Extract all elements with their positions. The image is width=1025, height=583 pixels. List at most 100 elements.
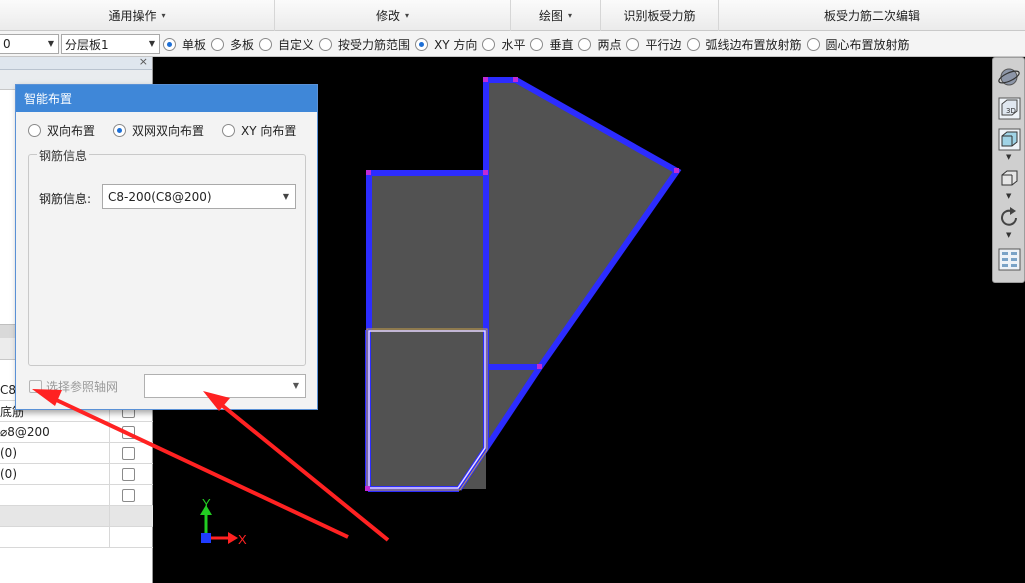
radio-double-net-two-way[interactable]: 双网双向布置 [113, 122, 204, 139]
view-navigation-bar: 3D ▼ ▼ ▼ [992, 57, 1025, 283]
vertex-point[interactable] [483, 170, 488, 175]
radio-two-way[interactable]: 双向布置 [28, 122, 95, 139]
radio-dot [578, 37, 592, 51]
orbit-icon[interactable] [997, 64, 1022, 89]
rebar-info-value: C8-200(C8@200) [108, 189, 212, 204]
property-value: (0) [0, 464, 110, 484]
vertex-point[interactable] [674, 168, 679, 173]
chevron-down-icon[interactable]: ▼ [1006, 231, 1011, 239]
layer-combo[interactable]: 分层板1 ▼ [61, 34, 160, 54]
smart-placement-dialog: 智能布置 双向布置 双网双向布置 XY 向布置 钢筋信息 钢筋信息: C8-20… [15, 84, 318, 410]
vertex-point[interactable] [366, 170, 371, 175]
property-value: ⌀8@200 [0, 422, 110, 442]
radio-horizontal[interactable]: 水平 [482, 36, 525, 53]
table-row[interactable] [0, 527, 153, 548]
rotate-icon[interactable] [997, 205, 1022, 230]
ref-axis-select[interactable]: ▼ [144, 374, 306, 398]
radio-label: 圆心布置放射筋 [825, 37, 910, 52]
placement-mode-radios: 双向布置 双网双向布置 XY 向布置 [28, 122, 314, 139]
table-row[interactable] [0, 506, 153, 527]
radio-dot [530, 37, 544, 51]
radio-dot [806, 37, 820, 51]
table-row[interactable]: (0) [0, 443, 153, 464]
chevron-down-icon[interactable]: ▼ [1006, 153, 1011, 161]
x-axis-arrow [228, 532, 238, 544]
radio-parallel-edge[interactable]: 平行边 [626, 36, 682, 53]
radio-single-slab[interactable]: 单板 [163, 36, 206, 53]
table-row[interactable]: ⌀8@200 [0, 422, 153, 443]
ribbon-group-label: 板受力筋二次编辑 [823, 9, 920, 23]
vertex-point[interactable] [365, 486, 370, 491]
cube-side-icon[interactable] [997, 166, 1022, 191]
vertex-point[interactable] [513, 77, 518, 82]
chevron-down-icon: ▼ [148, 39, 155, 48]
radio-center-radial[interactable]: 圆心布置放射筋 [806, 36, 910, 53]
radio-label: 平行边 [645, 37, 682, 52]
slab-region-upper[interactable] [486, 80, 677, 367]
ribbon-group-draw[interactable]: 绘图 ▾ [511, 0, 601, 31]
property-value [0, 485, 110, 505]
row-checkbox[interactable] [122, 467, 135, 481]
svg-text:3D: 3D [1006, 107, 1016, 115]
ref-axis-label: 选择参照轴网 [46, 380, 119, 394]
radio-arc-edge-radial[interactable]: 弧线边布置放射筋 [686, 36, 802, 53]
radio-by-rebar-range[interactable]: 按受力筋范围 [319, 36, 410, 53]
row-checkbox[interactable] [122, 488, 135, 502]
property-value: (0) [0, 443, 110, 463]
radio-label: 两点 [597, 37, 622, 52]
radio-custom[interactable]: 自定义 [259, 36, 314, 53]
slab-region-selected[interactable] [368, 330, 486, 489]
property-value [0, 506, 110, 526]
grid-view-icon[interactable] [997, 247, 1022, 272]
x-axis-label: X [238, 532, 247, 547]
ribbon-group-identify-rebar[interactable]: 识别板受力筋 [601, 0, 719, 31]
table-row[interactable] [0, 485, 153, 506]
table-row[interactable]: (0) [0, 464, 153, 485]
ribbon-group-modify[interactable]: 修改 ▾ [275, 0, 511, 31]
floor-combo[interactable]: 0 ▼ [0, 34, 59, 54]
radio-dot [211, 37, 225, 51]
radio-multi-slab[interactable]: 多板 [211, 36, 254, 53]
chevron-down-icon: ▼ [282, 192, 289, 201]
axis-gizmo: Y X [200, 496, 247, 547]
ref-axis-checkbox[interactable]: 选择参照轴网 [29, 378, 118, 395]
layer-combo-value: 分层板1 [65, 37, 109, 52]
rebar-info-select[interactable]: C8-200(C8@200) ▼ [102, 184, 296, 209]
app-window: 通用操作 ▾ 修改 ▾ 绘图 ▾ 识别板受力筋 板受力筋二次编辑 0 ▼ 分层板… [0, 0, 1025, 583]
close-icon[interactable]: × [139, 55, 148, 68]
slab-region-left[interactable] [369, 173, 486, 330]
radio-vertical[interactable]: 垂直 [530, 36, 573, 53]
radio-dot [686, 37, 700, 51]
radio-label: 双网双向布置 [132, 124, 205, 138]
ribbon-group-rebar-edit[interactable]: 板受力筋二次编辑 [719, 0, 1025, 31]
chevron-down-icon: ▼ [292, 381, 299, 390]
panel-header: × [0, 55, 152, 70]
radio-dot [28, 124, 41, 137]
ribbon-group-common-ops[interactable]: 通用操作 ▾ [0, 0, 275, 31]
group-title: 钢筋信息 [37, 147, 90, 164]
radio-xy-direction[interactable]: XY 方向 [415, 36, 477, 53]
floor-combo-value: 0 [3, 37, 11, 51]
view-3d-icon[interactable]: 3D [997, 96, 1022, 121]
y-axis-label: Y [202, 496, 211, 511]
radio-label: 自定义 [278, 37, 315, 52]
row-checkbox[interactable] [122, 446, 135, 460]
radio-dot [482, 37, 496, 51]
row-checkbox[interactable] [122, 425, 135, 439]
radio-label: 水平 [501, 37, 526, 52]
cube-front-icon[interactable] [997, 127, 1022, 152]
property-value [0, 527, 110, 547]
radio-label: 按受力筋范围 [338, 37, 411, 52]
chevron-down-icon[interactable]: ▼ [1006, 192, 1011, 200]
radio-label: 垂直 [549, 37, 574, 52]
radio-xy-placement[interactable]: XY 向布置 [222, 122, 296, 139]
vertex-point[interactable] [483, 77, 488, 82]
radio-two-points[interactable]: 两点 [578, 36, 621, 53]
ribbon-bar: 通用操作 ▾ 修改 ▾ 绘图 ▾ 识别板受力筋 板受力筋二次编辑 [0, 0, 1025, 31]
radio-dot [319, 37, 333, 51]
radio-dot [626, 37, 640, 51]
ribbon-group-label: 修改 [375, 9, 400, 23]
radio-dot [222, 124, 236, 137]
chevron-down-icon: ▾ [405, 11, 410, 20]
vertex-point[interactable] [537, 364, 542, 369]
